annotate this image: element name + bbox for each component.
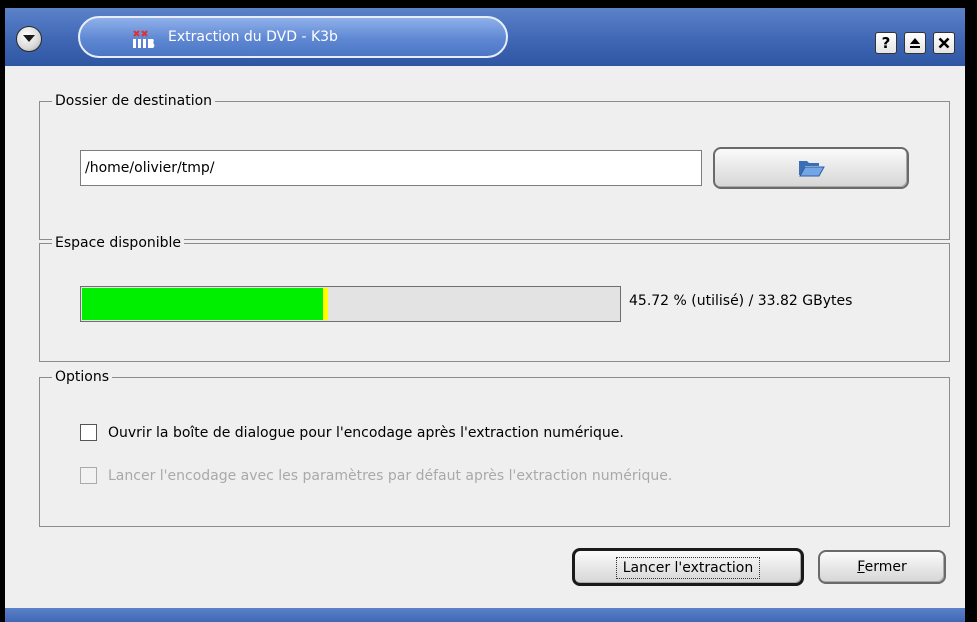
eject-icon xyxy=(910,38,920,48)
folder-open-icon xyxy=(799,161,825,177)
available-space-legend: Espace disponible xyxy=(52,235,185,251)
disk-usage-marker xyxy=(323,288,328,320)
window-title: Extraction du DVD - K3b xyxy=(168,29,338,45)
help-icon: ? xyxy=(881,34,891,52)
start-encoding-default-label: Lancer l'encodage avec les paramètres pa… xyxy=(108,468,673,484)
k3b-icon xyxy=(133,30,155,48)
close-button[interactable] xyxy=(933,32,955,54)
eject-button[interactable] xyxy=(904,32,926,54)
destination-path-input[interactable] xyxy=(80,150,702,186)
options-legend: Options xyxy=(52,369,113,385)
window-menu-button[interactable] xyxy=(16,26,42,52)
title-tab: Extraction du DVD - K3b xyxy=(78,16,508,58)
disk-usage-text: 45.72 % (utilisé) / 33.82 GBytes xyxy=(629,293,853,309)
disk-usage-bar xyxy=(80,286,621,322)
disk-usage-used-fill xyxy=(82,288,323,320)
start-extraction-button[interactable]: Lancer l'extraction xyxy=(572,548,804,586)
close-icon xyxy=(938,37,950,49)
close-dialog-label: ermer xyxy=(864,559,907,575)
open-encoding-dialog-label[interactable]: Ouvrir la boîte de dialogue pour l'encod… xyxy=(108,425,624,441)
options-group: Options xyxy=(39,369,950,527)
window-bottom-border xyxy=(5,608,965,622)
open-encoding-dialog-checkbox[interactable] xyxy=(80,424,97,441)
destination-legend: Dossier de destination xyxy=(52,93,216,109)
title-bar[interactable]: Extraction du DVD - K3b ? xyxy=(5,8,965,66)
help-button[interactable]: ? xyxy=(875,32,897,54)
close-dialog-button[interactable]: Fermer xyxy=(818,550,946,584)
start-extraction-label: Lancer l'extraction xyxy=(615,557,761,579)
browse-folder-button[interactable] xyxy=(713,147,909,189)
dvd-extraction-dialog: Extraction du DVD - K3b ? Dossier de des… xyxy=(5,8,965,622)
start-encoding-default-checkbox xyxy=(80,467,97,484)
chevron-down-icon xyxy=(23,35,35,42)
close-dialog-underline: F xyxy=(857,559,865,575)
